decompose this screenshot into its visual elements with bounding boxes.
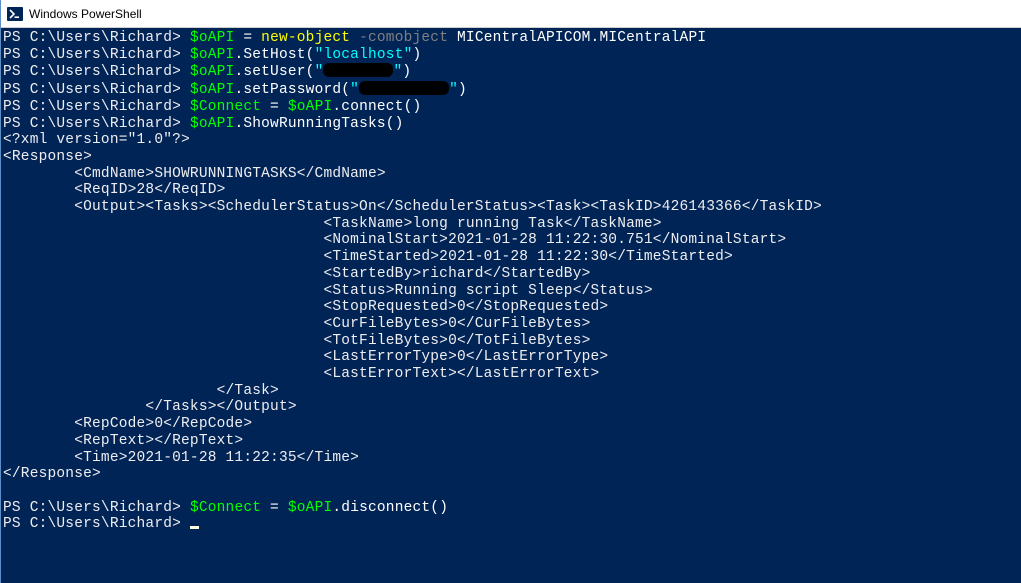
xml-totfilebytes: <TotFileBytes>0</TotFileBytes> [3, 333, 591, 349]
xml-reptext: <RepText></RepText> [3, 433, 243, 449]
xml-repcode: <RepCode>0</RepCode> [3, 416, 252, 432]
var-oapi: $oAPI [190, 47, 235, 63]
var-oapi: $oAPI [190, 64, 235, 80]
xml-task-close: </Task> [3, 383, 279, 399]
quote-open: " [350, 82, 359, 98]
xml-reqid: <ReqID>28</ReqID> [3, 182, 226, 198]
call-setpassword-close: ) [458, 82, 467, 98]
xml-lasterrortext: <LastErrorText></LastErrorText> [3, 366, 599, 382]
xml-response-close: </Response> [3, 466, 101, 482]
window-title: Windows PowerShell [29, 7, 142, 21]
call-setpassword-open: .setPassword( [234, 82, 350, 98]
xml-timestarted: <TimeStarted>2021-01-28 11:22:30</TimeSt… [3, 249, 733, 265]
xml-output-head: <Output><Tasks><SchedulerStatus>On</Sche… [3, 199, 822, 215]
eq: = [234, 30, 261, 46]
xml-taskname: <TaskName>long running Task</TaskName> [3, 216, 662, 232]
eq: = [261, 500, 288, 516]
prompt: PS C:\Users\Richard> [3, 500, 190, 516]
call-sethost-open: .SetHost( [234, 47, 314, 63]
redacted-password [359, 81, 449, 95]
call-disconnect: .disconnect() [332, 500, 448, 516]
xml-cmdname: <CmdName>SHOWRUNNINGTASKS</CmdName> [3, 166, 386, 182]
powershell-window: Windows PowerShell PS C:\Users\Richard> … [0, 0, 1021, 583]
eq: = [261, 99, 288, 115]
var-oapi: $oAPI [190, 30, 235, 46]
call-setuser-close: ) [402, 64, 411, 80]
call-connect: .connect() [332, 99, 421, 115]
var-connect: $Connect [190, 500, 261, 516]
prompt: PS C:\Users\Richard> [3, 82, 190, 98]
prompt: PS C:\Users\Richard> [3, 30, 190, 46]
cmd-new-object: new-object [261, 30, 350, 46]
flag-comobject: -comobject [359, 30, 448, 46]
xml-startedby: <StartedBy>richard</StartedBy> [3, 266, 591, 282]
xml-decl: <?xml version="1.0"?> [3, 132, 190, 148]
xml-lasterrortype: <LastErrorType>0</LastErrorType> [3, 349, 608, 365]
cursor [190, 526, 199, 529]
xml-tasks-output-close: </Tasks></Output> [3, 399, 297, 415]
xml-response-open: <Response> [3, 149, 92, 165]
var-oapi: $oAPI [190, 82, 235, 98]
call-sethost-close: ) [413, 47, 422, 63]
var-oapi: $oAPI [288, 500, 333, 516]
prompt: PS C:\Users\Richard> [3, 516, 190, 532]
quote-open: " [315, 64, 324, 80]
prompt: PS C:\Users\Richard> [3, 116, 190, 132]
quote-close: " [449, 82, 458, 98]
prompt: PS C:\Users\Richard> [3, 47, 190, 63]
call-setuser-open: .setUser( [234, 64, 314, 80]
xml-time: <Time>2021-01-28 11:22:35</Time> [3, 450, 359, 466]
var-oapi: $oAPI [288, 99, 333, 115]
var-oapi: $oAPI [190, 116, 235, 132]
prompt: PS C:\Users\Richard> [3, 99, 190, 115]
xml-status: <Status>Running script Sleep</Status> [3, 283, 653, 299]
xml-curfilebytes: <CurFileBytes>0</CurFileBytes> [3, 316, 591, 332]
arg-localhost: "localhost" [315, 47, 413, 63]
var-connect: $Connect [190, 99, 261, 115]
powershell-icon [7, 6, 23, 22]
xml-nominalstart: <NominalStart>2021-01-28 11:22:30.751</N… [3, 232, 786, 248]
arg-comclass: MICentralAPICOM.MICentralAPI [457, 30, 706, 46]
xml-stoprequested: <StopRequested>0</StopRequested> [3, 299, 608, 315]
redacted-username [323, 63, 393, 77]
titlebar[interactable]: Windows PowerShell [1, 0, 1021, 28]
call-showrunningtasks: .ShowRunningTasks() [234, 116, 403, 132]
prompt: PS C:\Users\Richard> [3, 64, 190, 80]
terminal-output[interactable]: PS C:\Users\Richard> $oAPI = new-object … [1, 28, 1021, 583]
